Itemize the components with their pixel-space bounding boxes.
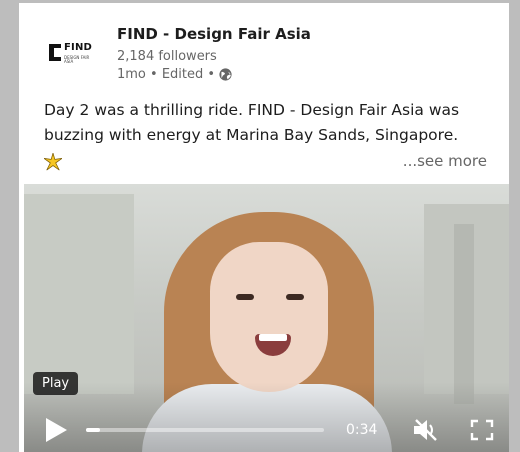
video-player[interactable]: Play 0:34 [24,184,509,452]
video-progress-fill [86,428,101,432]
logo-subtitle: DESIGN FAIR ASIA [64,55,90,64]
post-text: Day 2 was a thrilling ride. FIND - Desig… [44,101,460,144]
post-age-edited: 1mo • Edited • [117,67,216,82]
background-building [24,194,134,394]
logo-word: FIND [64,42,93,53]
video-subject-eye [236,294,254,300]
globe-icon [219,68,232,81]
company-logo[interactable]: FIND DESIGN FAIR ASIA [49,40,103,68]
play-icon[interactable] [44,417,68,443]
play-tooltip: Play [33,372,79,395]
video-subject-eye [286,294,304,300]
see-more-link[interactable]: ...see more [403,152,487,170]
video-time: 0:34 [346,422,378,438]
logo-mark [49,44,61,61]
post-card: FIND DESIGN FAIR ASIA FIND - Design Fair… [19,3,509,452]
video-progress-bar[interactable] [86,428,324,432]
background-pillar [454,224,474,404]
sparkle-icon [44,153,62,171]
post-meta: 1mo • Edited • [117,67,232,82]
video-subject-face [210,242,328,392]
volume-muted-icon[interactable] [412,418,440,442]
follower-count: 2,184 followers [117,49,217,64]
fullscreen-icon[interactable] [470,419,494,441]
company-name[interactable]: FIND - Design Fair Asia [117,25,311,43]
